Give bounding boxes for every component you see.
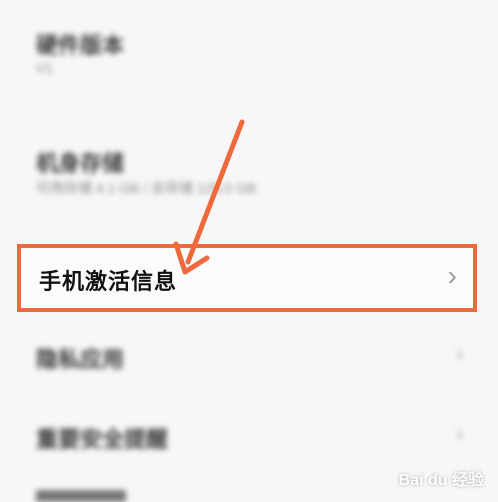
watermark: Bai du 经验 (398, 472, 484, 489)
annotation-arrow (173, 119, 245, 275)
